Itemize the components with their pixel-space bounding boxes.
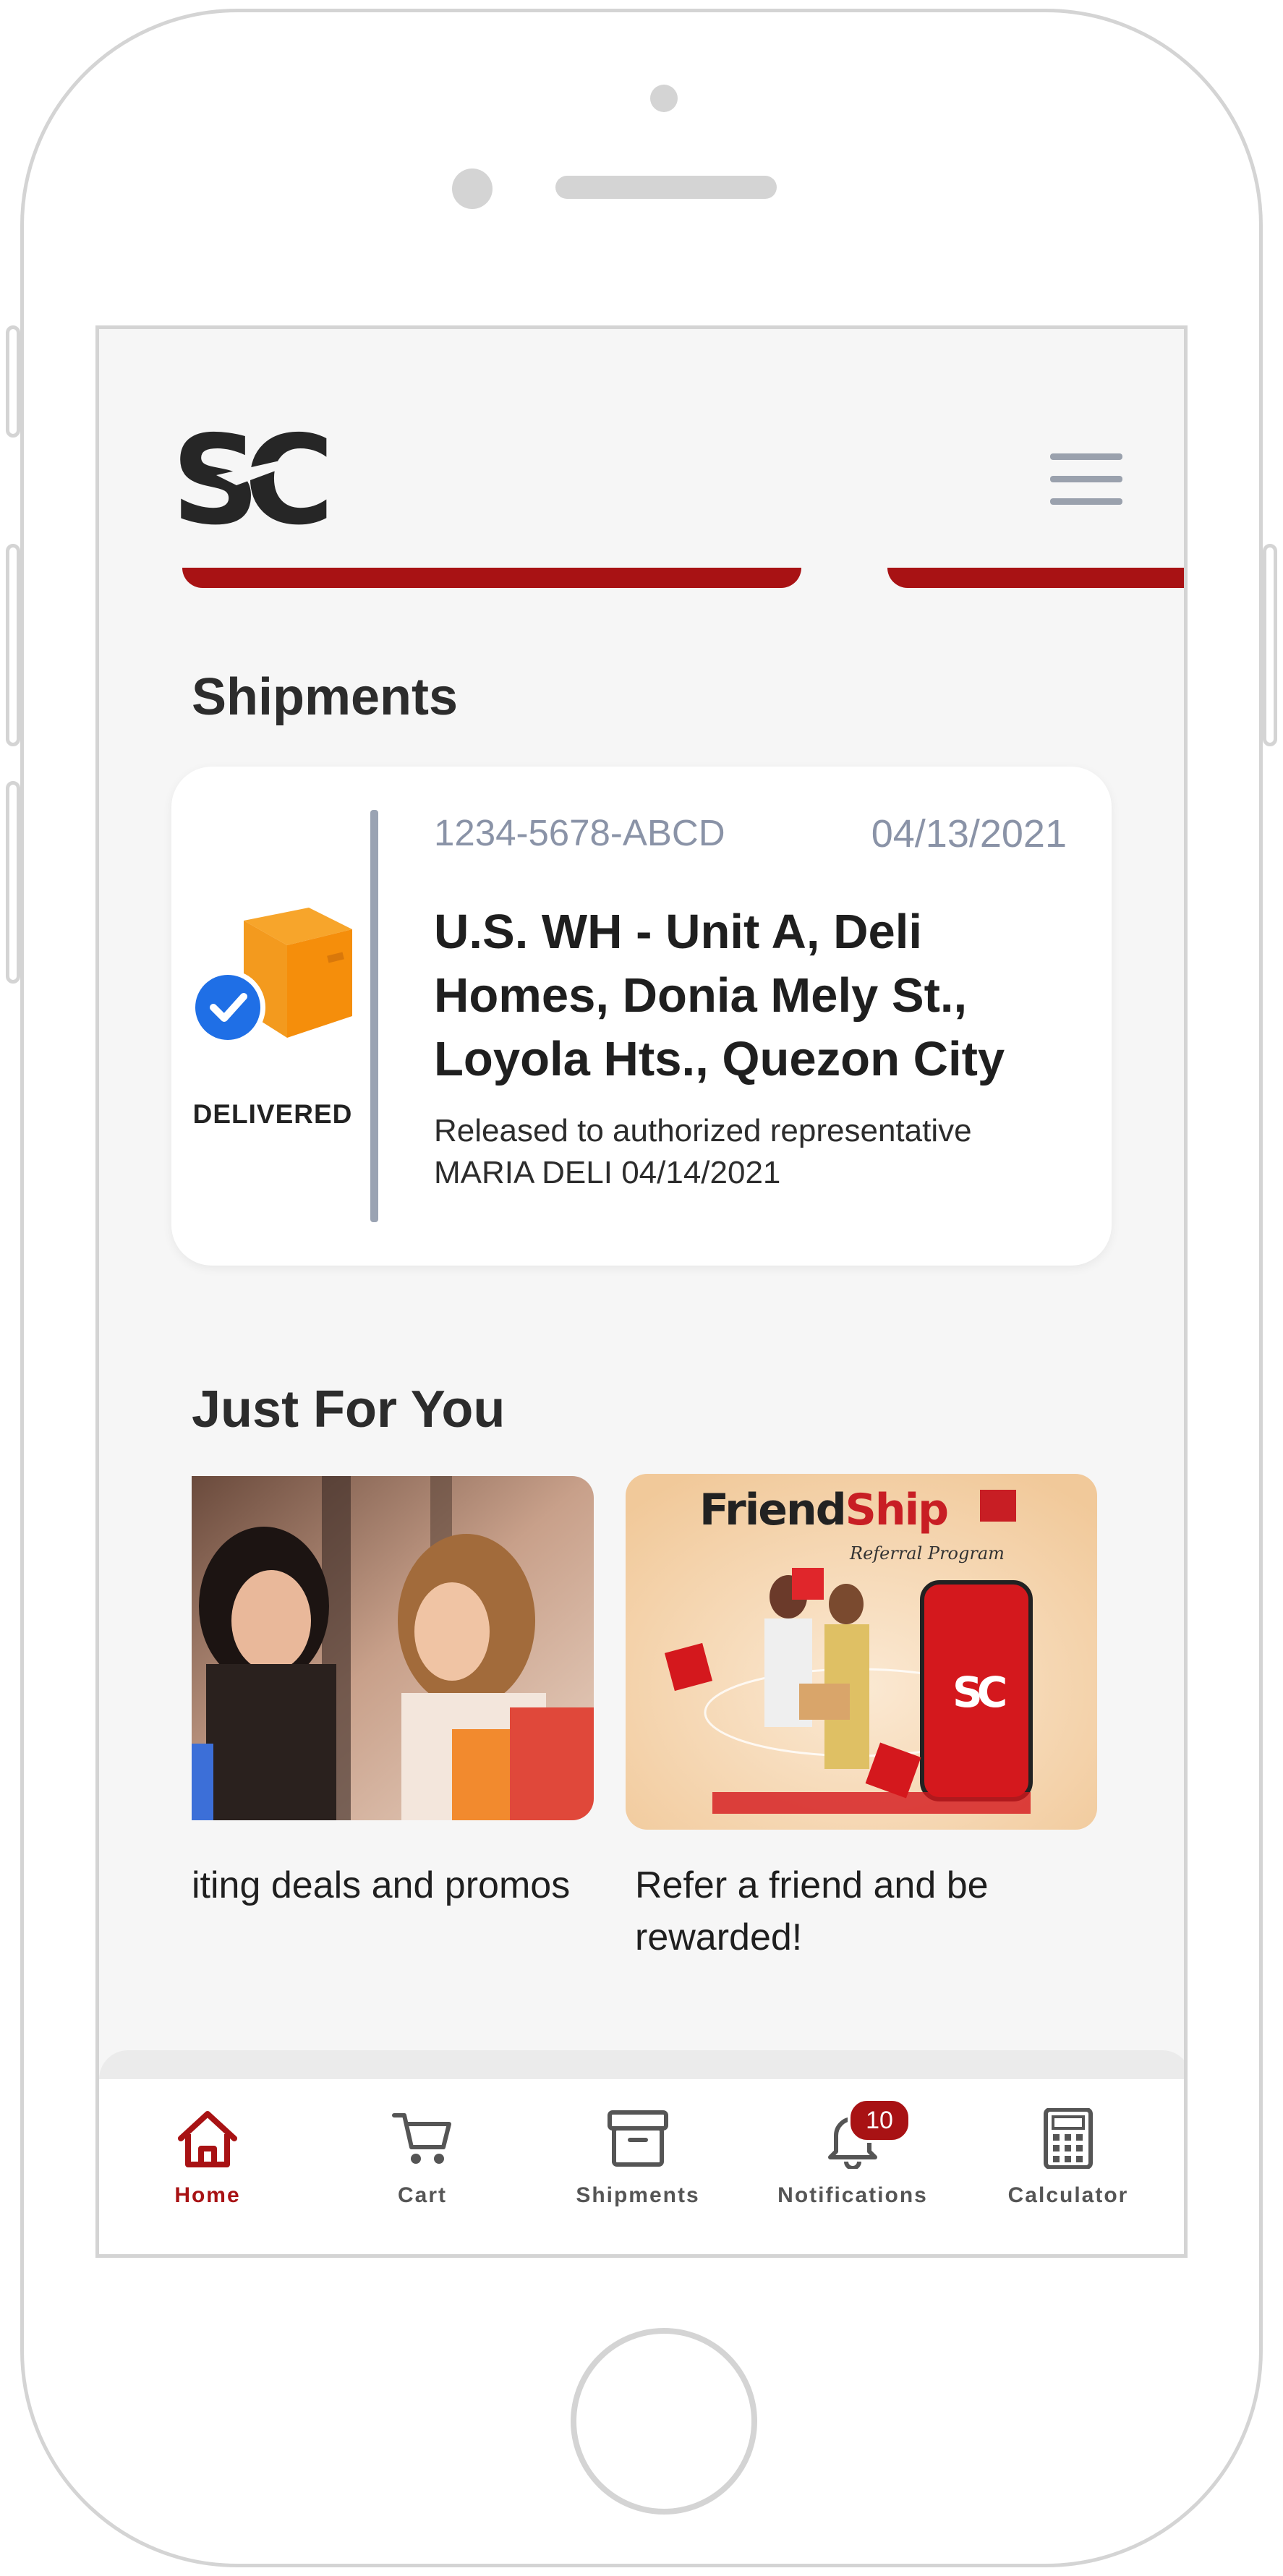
power-button — [1263, 544, 1277, 746]
proximity-sensor — [452, 169, 493, 209]
app-screen: SC Shipments DELIVERED 1234-5678-ABCD 04… — [95, 325, 1188, 2258]
nav-cart-label: Cart — [397, 2183, 447, 2207]
nav-shipments[interactable]: Shipments — [537, 2108, 739, 2208]
mute-switch — [6, 325, 20, 438]
release-note-line1: Released to authorized representative — [434, 1113, 972, 1148]
card-divider — [370, 810, 378, 1222]
volume-up-button — [6, 544, 20, 746]
shipments-section-title: Shipments — [192, 668, 459, 726]
promo-image-deals[interactable] — [192, 1476, 594, 1820]
package-delivered-icon — [186, 900, 359, 1045]
nav-calculator-label: Calculator — [1007, 2183, 1129, 2207]
just-for-you-title: Just For You — [192, 1381, 506, 1438]
nav-cart[interactable]: Cart — [321, 2108, 524, 2208]
promo-caption-deals[interactable]: iting deals and promos — [192, 1859, 570, 1911]
hardware-home-button[interactable] — [571, 2328, 757, 2515]
promo-caption-friendship[interactable]: Refer a friend and be rewarded! — [635, 1859, 1040, 1963]
promo-image-friendship[interactable]: FriendShip Referral Program SC — [626, 1474, 1097, 1830]
svg-text:SC: SC — [171, 423, 326, 539]
sc-logo[interactable]: SC — [171, 409, 342, 553]
home-icon — [178, 2111, 237, 2167]
box-icon — [608, 2110, 668, 2167]
hamburger-menu-icon[interactable] — [1050, 453, 1122, 511]
svg-text:Referral Program: Referral Program — [849, 1543, 1005, 1564]
bottom-navigation: Home Cart Shipments 10 Notifications Cal… — [99, 2079, 1184, 2254]
svg-text:SC: SC — [952, 1668, 1005, 1717]
banner-carousel-item[interactable] — [182, 568, 801, 588]
nav-notifications[interactable]: 10 Notifications — [751, 2098, 954, 2208]
calculator-icon — [1044, 2108, 1093, 2169]
banner-carousel-item-next[interactable] — [887, 568, 1184, 588]
notification-count-badge: 10 — [848, 2098, 911, 2143]
release-note: Released to authorized representative MA… — [434, 1110, 1085, 1194]
shipment-date: 04/13/2021 — [871, 812, 1067, 856]
release-note-line2: MARIA DELI 04/14/2021 — [434, 1155, 781, 1190]
cart-icon — [392, 2113, 451, 2164]
nav-notifications-label: Notifications — [777, 2183, 928, 2207]
shipment-card[interactable]: DELIVERED 1234-5678-ABCD 04/13/2021 U.S.… — [171, 767, 1112, 1266]
shipment-address: U.S. WH - Unit A, Deli Homes, Donia Mely… — [434, 905, 1005, 1086]
front-camera — [650, 85, 678, 112]
earpiece-speaker — [555, 176, 777, 199]
tracking-number: 1234-5678-ABCD — [434, 812, 725, 853]
nav-calculator[interactable]: Calculator — [967, 2108, 1169, 2208]
nav-home-label: Home — [174, 2183, 241, 2207]
status-label: DELIVERED — [192, 1099, 353, 1129]
nav-shipments-label: Shipments — [576, 2183, 700, 2207]
volume-down-button — [6, 781, 20, 984]
nav-home[interactable]: Home — [106, 2108, 309, 2208]
svg-text:FriendShip: FriendShip — [699, 1485, 947, 1535]
